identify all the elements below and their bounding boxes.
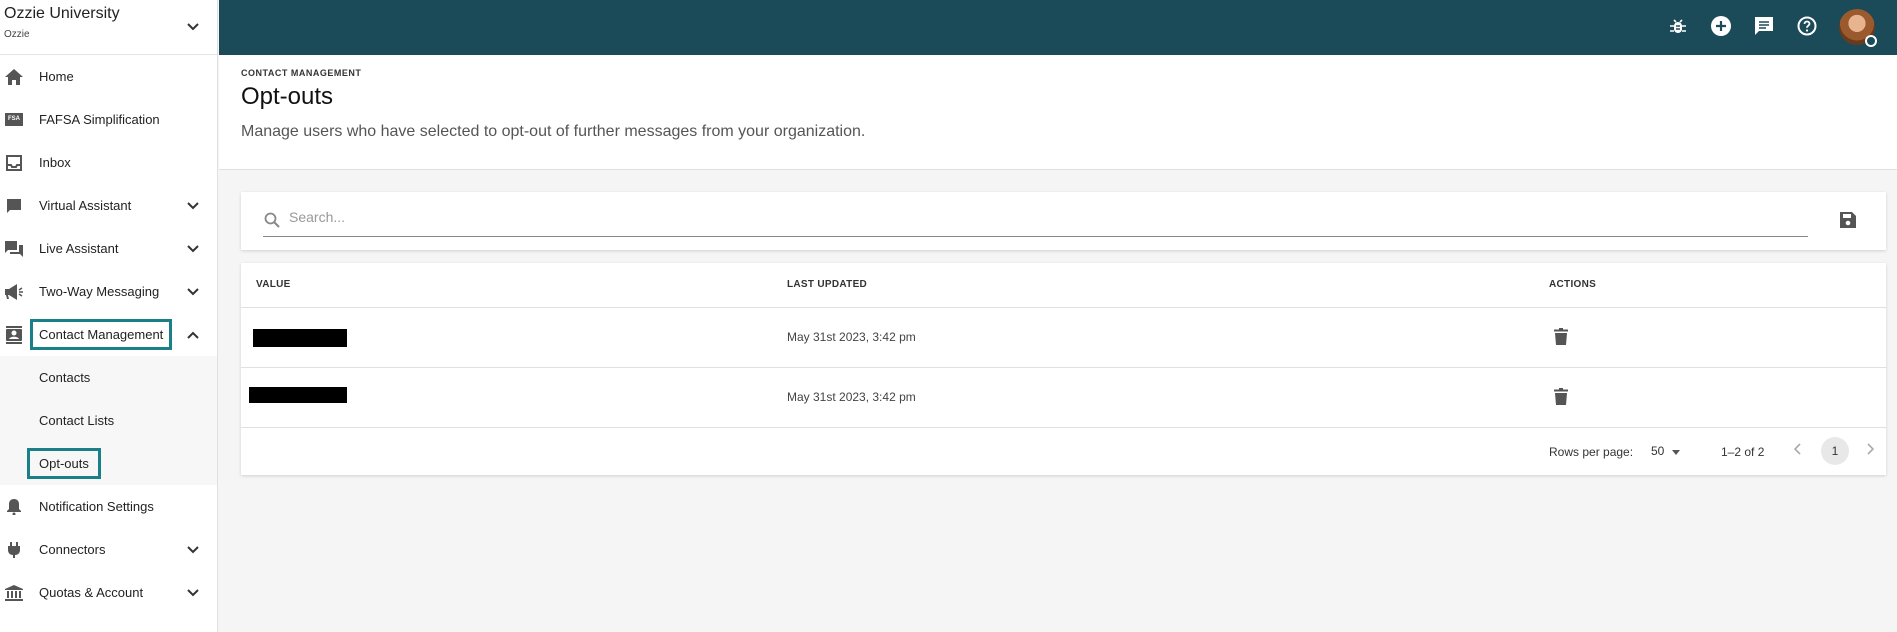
chevron-down-icon[interactable] [187, 542, 199, 557]
chevron-down-icon[interactable] [187, 18, 199, 36]
redacted-value [253, 329, 347, 347]
chevron-down-icon[interactable] [187, 284, 199, 299]
sidebar-item-notification-settings[interactable]: Notification Settings [0, 485, 217, 528]
sidebar-item-fafsa[interactable]: FSA FAFSA Simplification [0, 98, 217, 141]
sidebar-item-virtual-assistant[interactable]: Virtual Assistant [0, 184, 217, 227]
plug-icon [5, 541, 23, 559]
pagination-range: 1–2 of 2 [1721, 445, 1765, 459]
help-icon[interactable] [1795, 14, 1819, 38]
sidebar-item-label: Contact Lists [39, 413, 115, 428]
sidebar-item-label: Inbox [39, 155, 71, 170]
column-header-value[interactable]: VALUE [256, 279, 291, 290]
sidebar-item-home[interactable]: Home [0, 55, 217, 98]
fsa-badge-icon: FSA [5, 111, 23, 129]
sidebar-item-label: Two-Way Messaging [39, 284, 160, 299]
org-subname: Ozzie [4, 29, 30, 40]
sidebar: Ozzie University Ozzie Home FSA FAFSA Si… [0, 0, 218, 632]
sidebar-item-label: Contacts [39, 370, 91, 385]
chevron-down-icon[interactable] [187, 585, 199, 600]
chevron-right-icon[interactable] [1866, 443, 1875, 458]
org-name: Ozzie University [4, 5, 120, 22]
column-header-actions: ACTIONS [1549, 279, 1597, 290]
sidebar-item-live-assistant[interactable]: Live Assistant [0, 227, 217, 270]
sidebar-item-label: Opt-outs [27, 448, 101, 479]
bank-icon [5, 584, 23, 602]
sidebar-item-label: FAFSA Simplification [39, 112, 160, 127]
save-icon[interactable] [1840, 212, 1856, 233]
sidebar-item-label: Notification Settings [39, 499, 154, 514]
fsa-badge-text: FSA [5, 113, 23, 126]
delete-icon[interactable] [1554, 388, 1568, 410]
delete-icon[interactable] [1554, 328, 1568, 350]
sidebar-item-quotas-account[interactable]: Quotas & Account [0, 571, 217, 614]
bug-icon[interactable] [1666, 14, 1690, 38]
top-bar [219, 0, 1897, 55]
caret-down-icon[interactable] [1672, 450, 1680, 455]
chevron-left-icon[interactable] [1793, 443, 1802, 458]
chat-bubble-icon [5, 197, 23, 215]
last-updated-cell: May 31st 2023, 3:42 pm [787, 330, 916, 344]
sidebar-item-label: Quotas & Account [39, 585, 144, 600]
sidebar-item-contacts[interactable]: Contacts [0, 356, 217, 399]
column-header-last-updated[interactable]: LAST UPDATED [787, 279, 867, 290]
sidebar-item-label: Live Assistant [39, 241, 119, 256]
org-switcher[interactable]: Ozzie University Ozzie [0, 0, 217, 55]
table-pagination: Rows per page: 50 1–2 of 2 1 [241, 428, 1886, 475]
chevron-up-icon[interactable] [187, 327, 199, 342]
redacted-value [249, 387, 347, 403]
contact-management-submenu: Contacts Contact Lists Opt-outs [0, 356, 217, 485]
table-row: May 31st 2023, 3:42 pm [241, 368, 1886, 428]
page-number-button[interactable]: 1 [1821, 437, 1849, 465]
last-updated-cell: May 31st 2023, 3:42 pm [787, 390, 916, 404]
page-title: Opt-outs [241, 83, 334, 110]
sidebar-item-label: Virtual Assistant [39, 198, 132, 213]
contacts-icon [5, 325, 23, 344]
sidebar-item-contact-management[interactable]: Contact Management [0, 313, 217, 356]
search-underline [263, 236, 1808, 237]
opt-outs-table: VALUE LAST UPDATED ACTIONS May 31st 2023… [241, 263, 1886, 475]
sidebar-item-label: Contact Management [30, 319, 173, 350]
sidebar-item-label: Home [39, 69, 74, 84]
home-icon [5, 68, 23, 86]
avatar[interactable] [1839, 9, 1877, 47]
sidebar-item-inbox[interactable]: Inbox [0, 141, 217, 184]
sidebar-item-contact-lists[interactable]: Contact Lists [0, 399, 217, 442]
search-icon [264, 212, 280, 233]
table-row: May 31st 2023, 3:42 pm [241, 308, 1886, 368]
sidebar-item-connectors[interactable]: Connectors [0, 528, 217, 571]
chevron-down-icon[interactable] [187, 198, 199, 213]
inbox-icon [5, 154, 23, 172]
search-card [241, 192, 1886, 250]
rows-per-page-label: Rows per page: [1549, 445, 1634, 459]
rows-per-page-select[interactable]: 50 [1651, 444, 1664, 458]
sidebar-item-two-way-messaging[interactable]: Two-Way Messaging [0, 270, 217, 313]
bell-icon [5, 498, 23, 516]
sidebar-item-opt-outs[interactable]: Opt-outs [0, 442, 217, 485]
forum-icon [5, 240, 23, 258]
page-description: Manage users who have selected to opt-ou… [241, 123, 866, 140]
page-header: CONTACT MANAGEMENT Opt-outs Manage users… [219, 55, 1897, 170]
search-input[interactable] [289, 209, 1789, 225]
breadcrumb: CONTACT MANAGEMENT [241, 68, 362, 78]
message-icon[interactable] [1752, 14, 1776, 38]
chevron-down-icon[interactable] [187, 241, 199, 256]
megaphone-icon [5, 283, 23, 301]
status-indicator [1865, 35, 1877, 47]
sidebar-item-label: Connectors [39, 542, 106, 557]
add-circle-icon[interactable] [1709, 14, 1733, 38]
